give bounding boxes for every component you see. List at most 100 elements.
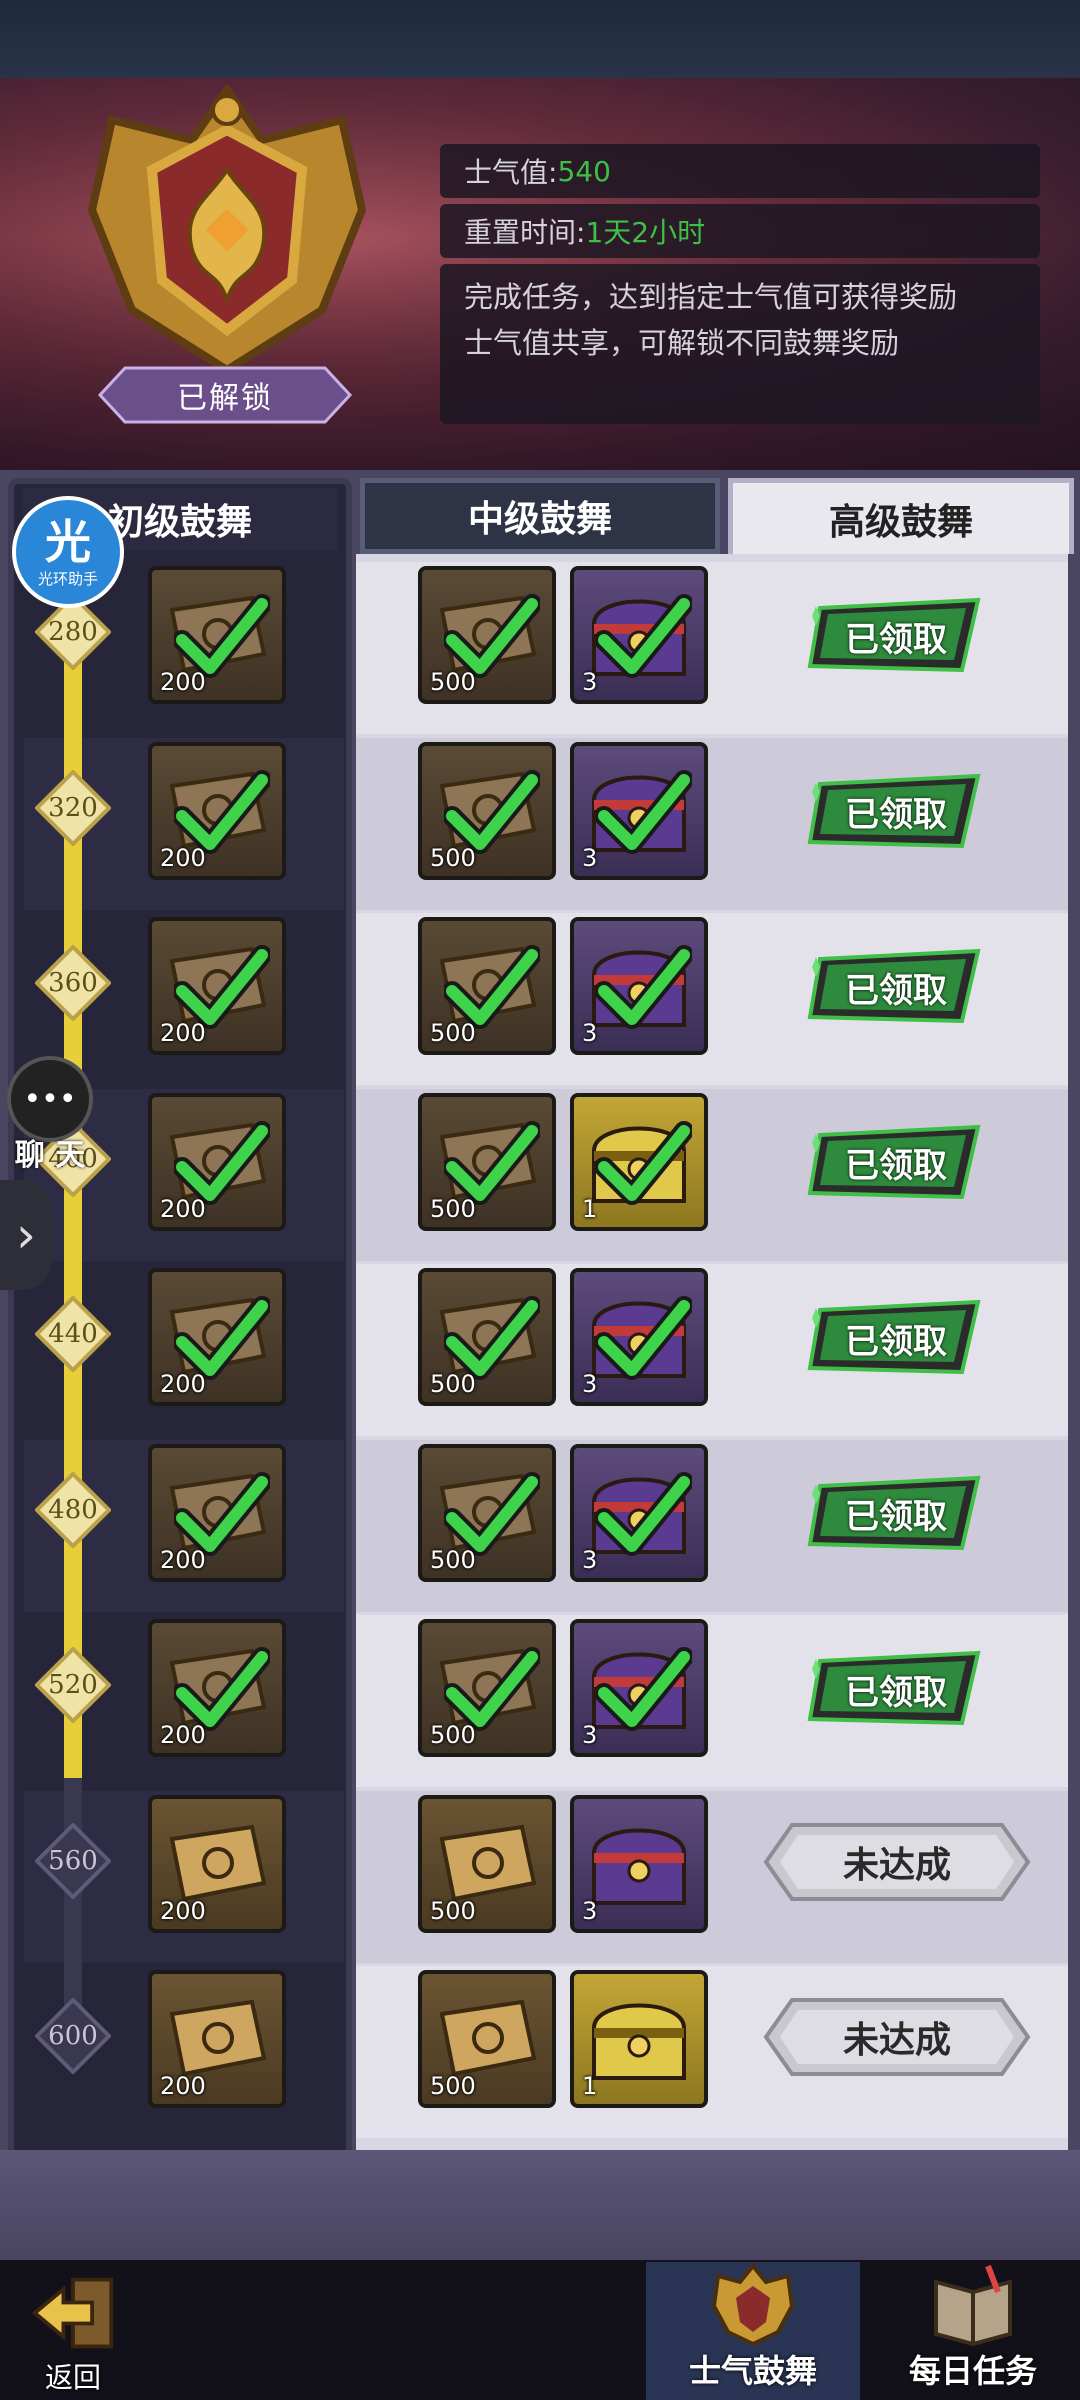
basic-reward-item[interactable]: 200 bbox=[148, 741, 286, 880]
basic-reward-qty: 200 bbox=[160, 1721, 206, 1749]
checkmark-icon bbox=[596, 1647, 692, 1731]
morale-row: 士气值: 540 bbox=[440, 144, 1040, 198]
not-reached-button[interactable]: 未达成 bbox=[762, 1821, 1032, 1903]
claimed-badge-text: 已领取 bbox=[845, 1672, 947, 1713]
threshold-value: 360 bbox=[48, 968, 98, 998]
back-arrow-icon bbox=[31, 2277, 114, 2349]
high-reward-chest[interactable]: 3 bbox=[570, 1443, 708, 1582]
claimed-badge-text: 已领取 bbox=[845, 1321, 947, 1362]
threshold-value: 440 bbox=[48, 1319, 98, 1349]
chest-icon bbox=[592, 2003, 686, 2080]
reset-time-row: 重置时间: 1天2小时 bbox=[440, 204, 1040, 258]
morale-value: 540 bbox=[557, 154, 611, 188]
claimed-badge: 已领取 bbox=[806, 772, 986, 852]
threshold-marker: 560 bbox=[35, 1822, 111, 1899]
rank-emblem-icon bbox=[87, 83, 367, 375]
claimed-badge-text: 已领取 bbox=[845, 619, 947, 660]
threshold-value: 600 bbox=[48, 2021, 98, 2051]
high-reward-ticket[interactable]: 500 bbox=[418, 1619, 556, 1757]
threshold-marker: 600 bbox=[35, 1998, 111, 2074]
ticket-icon bbox=[439, 1824, 537, 1901]
morale-badge-icon bbox=[711, 2262, 795, 2346]
rules-description: 完成任务，达到指定士气值可获得奖励 士气值共享，可解锁不同鼓舞奖励 bbox=[440, 264, 1040, 424]
basic-reward-qty: 200 bbox=[160, 1194, 206, 1223]
high-ticket-qty: 500 bbox=[430, 1545, 476, 1574]
high-ticket-qty: 500 bbox=[430, 2072, 476, 2100]
not-reached-button[interactable]: 未达成 bbox=[762, 1996, 1032, 2078]
claimed-badge: 已领取 bbox=[806, 1123, 986, 1203]
high-ticket-qty: 500 bbox=[430, 1370, 476, 1398]
checkmark-icon bbox=[596, 1296, 692, 1380]
claimed-badge-text: 已领取 bbox=[845, 795, 947, 835]
claimed-badge: 已领取 bbox=[806, 947, 986, 1027]
high-ticket-qty: 500 bbox=[430, 843, 476, 872]
high-reward-chest[interactable]: 3 bbox=[570, 741, 708, 880]
high-reward-ticket[interactable]: 500 bbox=[418, 1794, 556, 1933]
back-label: 返回 bbox=[44, 2361, 101, 2394]
chest-qty: 3 bbox=[582, 1545, 598, 1574]
high-ticket-qty: 500 bbox=[430, 1194, 476, 1223]
back-button[interactable]: 返回 bbox=[18, 2270, 128, 2396]
chest-qty: 3 bbox=[582, 1019, 598, 1047]
chest-qty: 3 bbox=[582, 1721, 598, 1749]
checkmark-icon bbox=[596, 1120, 692, 1205]
rules-line-1: 完成任务，达到指定士气值可获得奖励 bbox=[464, 280, 958, 314]
high-reward-chest[interactable]: 1 bbox=[570, 1970, 708, 2108]
high-reward-ticket[interactable]: 500 bbox=[418, 1443, 556, 1582]
rules-line-2: 士气值共享，可解锁不同鼓舞奖励 bbox=[464, 326, 900, 360]
nav-tab-morale[interactable]: 士气鼓舞 bbox=[646, 2262, 860, 2400]
ticket-icon bbox=[439, 1999, 537, 2077]
nav-tab-daily[interactable]: 每日任务 bbox=[866, 2262, 1080, 2400]
chat-button[interactable]: ••• 聊 天 bbox=[2, 1056, 98, 1176]
threshold-marker: 520 bbox=[35, 1647, 111, 1723]
claimed-badge: 已领取 bbox=[806, 596, 986, 676]
high-reward-ticket[interactable]: 500 bbox=[418, 1092, 556, 1231]
basic-reward-item[interactable]: 200 bbox=[148, 1970, 286, 2108]
halo-assistant-button[interactable]: 光 光环助手 bbox=[12, 496, 124, 608]
high-reward-ticket[interactable]: 500 bbox=[418, 1268, 556, 1406]
high-reward-ticket[interactable]: 500 bbox=[418, 741, 556, 880]
unlock-status-badge: 已解锁 bbox=[80, 360, 370, 430]
basic-reward-item[interactable]: 200 bbox=[148, 566, 286, 704]
chest-qty: 1 bbox=[582, 1194, 598, 1223]
high-reward-chest[interactable]: 3 bbox=[570, 566, 708, 704]
high-ticket-qty: 500 bbox=[430, 1896, 476, 1925]
not-reached-text: 未达成 bbox=[842, 1844, 951, 1886]
basic-reward-qty: 200 bbox=[160, 1370, 206, 1398]
tab-high[interactable]: 高级鼓舞 bbox=[728, 478, 1074, 554]
basic-reward-qty: 200 bbox=[160, 1896, 206, 1925]
high-reward-chest[interactable]: 1 bbox=[570, 1092, 708, 1231]
reset-time-value: 1天2小时 bbox=[585, 216, 706, 249]
halo-assistant-label: 光环助手 bbox=[37, 569, 98, 588]
high-reward-chest[interactable]: 3 bbox=[570, 1268, 708, 1406]
ticket-icon bbox=[169, 1824, 267, 1901]
threshold-marker: 320 bbox=[35, 769, 111, 846]
ticket-icon bbox=[169, 1999, 267, 2077]
basic-reward-item[interactable]: 200 bbox=[148, 1443, 286, 1582]
high-reward-ticket[interactable]: 500 bbox=[418, 566, 556, 704]
expand-chevron-icon[interactable]: › bbox=[0, 1180, 52, 1290]
claimed-badge: 已领取 bbox=[806, 1298, 986, 1378]
basic-reward-item[interactable]: 200 bbox=[148, 1619, 286, 1757]
chat-label: 聊 天 bbox=[14, 1138, 86, 1173]
high-ticket-qty: 500 bbox=[430, 668, 476, 696]
checkmark-icon bbox=[596, 594, 692, 678]
high-reward-chest[interactable]: 3 bbox=[570, 917, 708, 1055]
basic-reward-item[interactable]: 200 bbox=[148, 1092, 286, 1231]
basic-reward-item[interactable]: 200 bbox=[148, 1268, 286, 1406]
checkmark-icon bbox=[596, 1471, 692, 1556]
threshold-marker: 360 bbox=[35, 945, 111, 1021]
basic-reward-item[interactable]: 200 bbox=[148, 917, 286, 1055]
high-reward-chest[interactable]: 3 bbox=[570, 1794, 708, 1933]
basic-reward-item[interactable]: 200 bbox=[148, 1794, 286, 1933]
reset-time-label: 重置时间: bbox=[464, 216, 586, 249]
basic-reward-qty: 200 bbox=[160, 843, 206, 872]
tab-mid[interactable]: 中级鼓舞 bbox=[360, 478, 720, 554]
basic-reward-qty: 200 bbox=[160, 2072, 206, 2100]
basic-reward-qty: 200 bbox=[160, 1545, 206, 1574]
high-reward-chest[interactable]: 3 bbox=[570, 1619, 708, 1757]
high-reward-ticket[interactable]: 500 bbox=[418, 1970, 556, 2108]
basic-reward-qty: 200 bbox=[160, 1019, 206, 1047]
high-reward-ticket[interactable]: 500 bbox=[418, 917, 556, 1055]
chest-icon bbox=[592, 1828, 686, 1905]
